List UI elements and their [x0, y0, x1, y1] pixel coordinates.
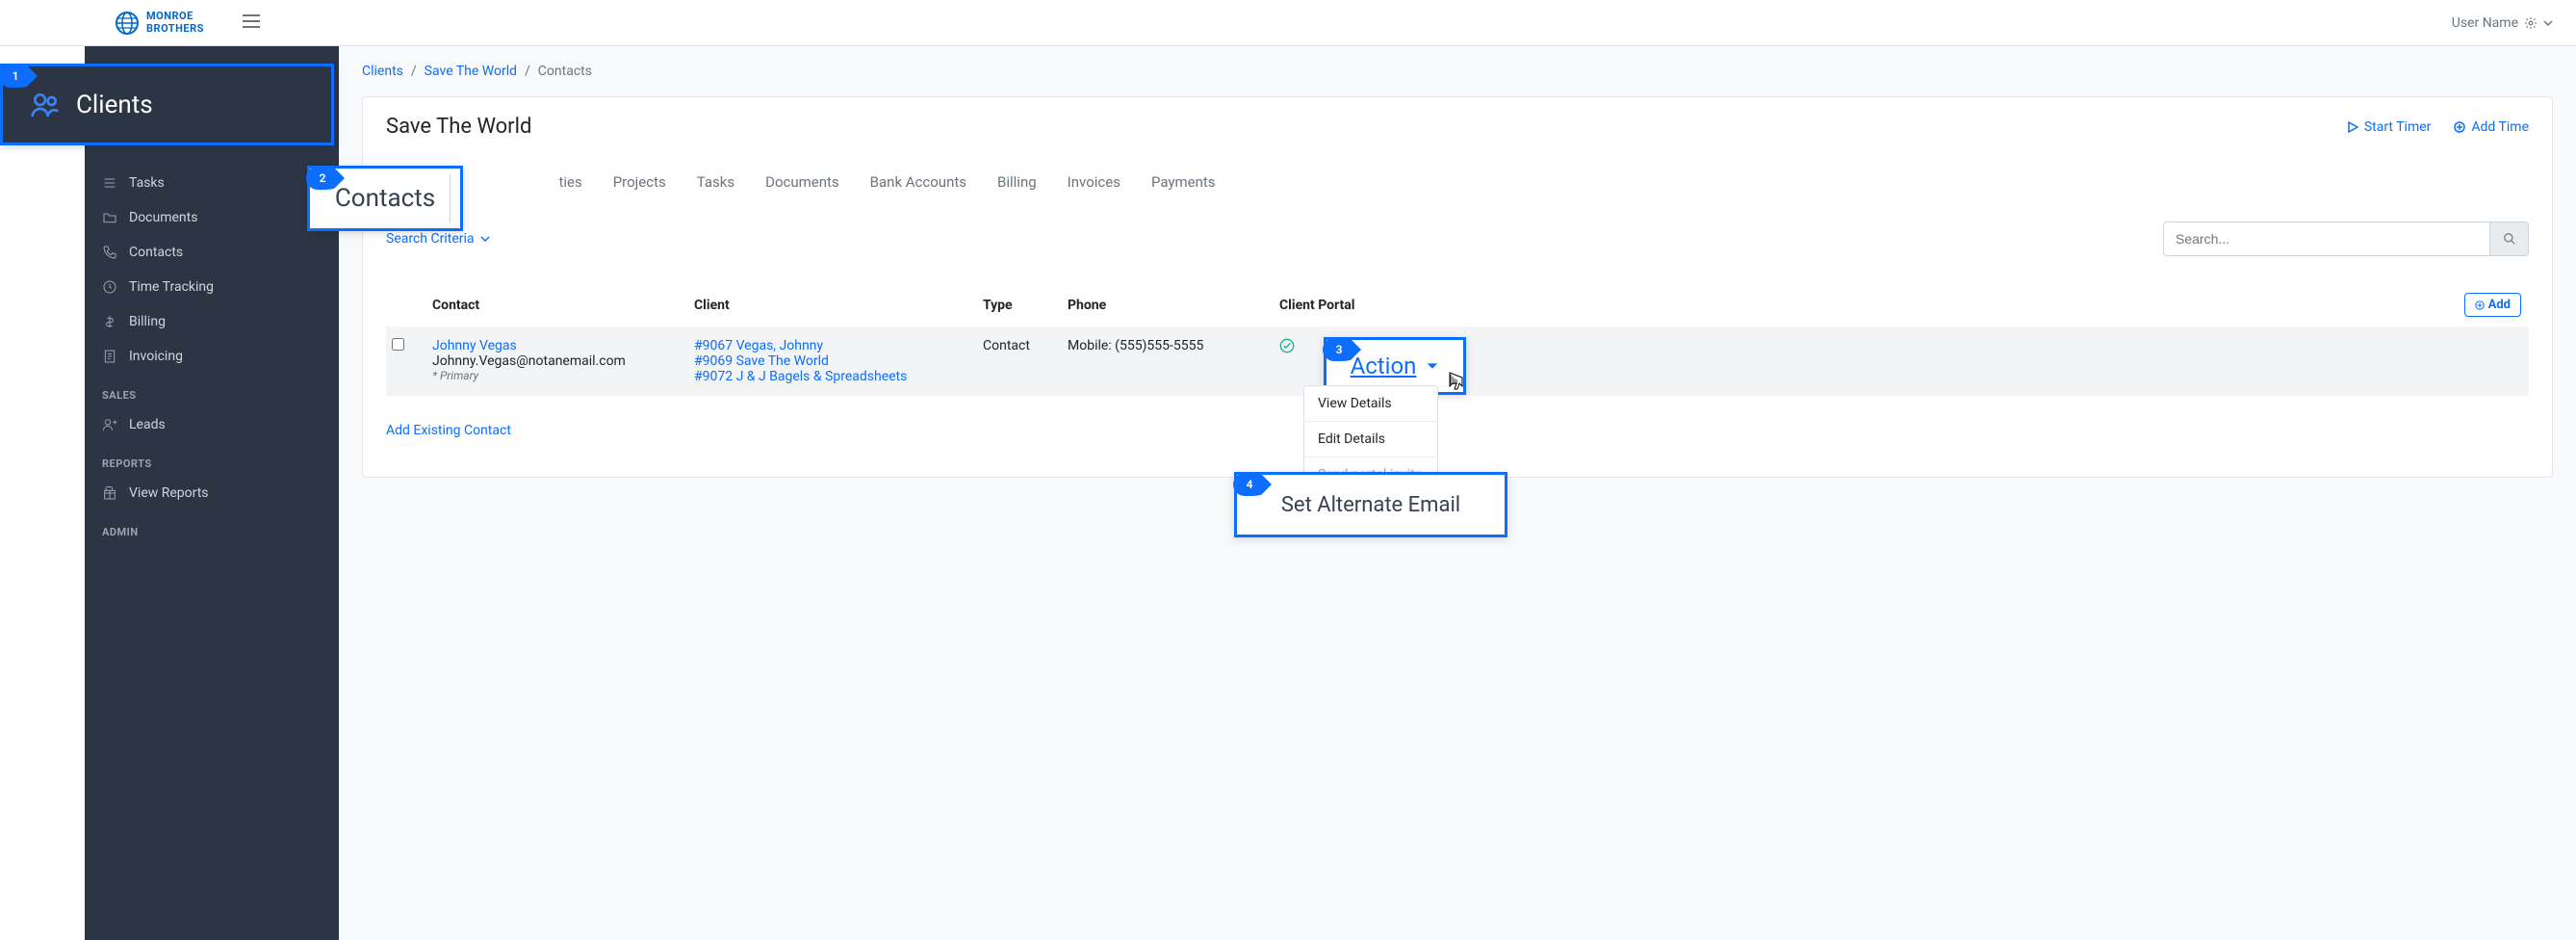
play-icon	[2347, 121, 2358, 133]
chevron-down-icon	[2543, 20, 2553, 26]
th-type: Type	[983, 298, 1068, 313]
chevron-down-icon	[480, 236, 490, 242]
topbar: MONROE BROTHERS User Name	[0, 0, 2576, 46]
callout-number: 4	[1233, 473, 1272, 496]
client-link[interactable]: #9072 J & J Bagels & Spreadsheets	[694, 369, 983, 384]
page-title: Save The World	[386, 115, 531, 139]
chevron-down-icon	[1426, 362, 1439, 370]
sidebar-item-leads[interactable]: Leads	[85, 407, 339, 442]
search-icon	[2503, 232, 2516, 246]
brand-line1: MONROE	[146, 11, 204, 22]
checklist-icon	[102, 175, 117, 191]
row-checkbox[interactable]	[392, 338, 404, 351]
sidebar-item-label: Documents	[129, 210, 197, 225]
callout-set-alternate-email: 4 Set Alternate Email	[1234, 472, 1507, 537]
contact-email: Johnny.Vegas@notanemail.com	[432, 353, 694, 369]
contact-phone: Mobile: (555)555-5555	[1068, 338, 1279, 353]
invoice-icon	[102, 349, 117, 364]
client-link[interactable]: #9069 Save The World	[694, 353, 983, 369]
phone-icon	[102, 245, 117, 260]
gift-icon	[102, 485, 117, 501]
sidebar-item-label: Contacts	[129, 245, 183, 260]
callout-clients: 1 Clients	[0, 64, 334, 145]
sidebar: Dashboard Tasks Documents Contacts Time …	[85, 46, 339, 940]
th-client: Client	[694, 298, 983, 313]
tab-payments[interactable]: Payments	[1151, 173, 1216, 198]
search-button[interactable]	[2490, 222, 2529, 256]
sidebar-item-label: Tasks	[129, 175, 165, 191]
add-existing-contact-link[interactable]: Add Existing Contact	[386, 423, 511, 438]
breadcrumb-client-name[interactable]: Save The World	[425, 64, 517, 79]
table-header: Contact Client Type Phone Client Portal …	[386, 283, 2529, 326]
sidebar-item-tasks[interactable]: Tasks	[85, 166, 339, 200]
callout-label: Action	[1351, 352, 1417, 379]
tab-invoices[interactable]: Invoices	[1068, 173, 1121, 198]
breadcrumb-sep: /	[411, 64, 417, 79]
tabs: x ties Projects Tasks Documents Bank Acc…	[386, 173, 2529, 198]
breadcrumb-sep: /	[525, 64, 530, 79]
th-contact: Contact	[432, 298, 694, 313]
search-input[interactable]	[2163, 222, 2490, 256]
search-criteria-dropdown[interactable]: Search Criteria	[386, 231, 490, 247]
sidebar-item-time-tracking[interactable]: Time Tracking	[85, 270, 339, 304]
user-plus-icon	[102, 417, 117, 432]
user-name-label: User Name	[2452, 15, 2518, 31]
sidebar-item-label: Time Tracking	[129, 279, 214, 295]
check-circle-icon	[1279, 342, 1295, 357]
sidebar-item-billing[interactable]: Billing	[85, 304, 339, 339]
brand-logo: MONROE BROTHERS	[116, 11, 204, 34]
breadcrumb: Clients / Save The World / Contacts	[362, 46, 2553, 96]
folder-icon	[102, 210, 117, 225]
callout-label: Clients	[76, 91, 153, 119]
menu-view-details[interactable]: View Details	[1304, 386, 1437, 421]
plus-circle-icon	[2454, 121, 2465, 133]
breadcrumb-current: Contacts	[538, 64, 592, 79]
sidebar-item-label: Invoicing	[129, 349, 183, 364]
sidebar-section-sales: SALES	[85, 374, 339, 407]
contact-primary-flag: * Primary	[432, 369, 694, 382]
sidebar-item-label: Billing	[129, 314, 166, 329]
sidebar-section-reports: REPORTS	[85, 442, 339, 476]
tab-activities[interactable]: ties	[558, 173, 581, 198]
tab-projects[interactable]: Projects	[613, 173, 666, 198]
tab-documents[interactable]: Documents	[765, 173, 839, 198]
menu-edit-details[interactable]: Edit Details	[1304, 421, 1437, 457]
user-menu[interactable]: User Name	[2452, 15, 2553, 31]
contact-type: Contact	[983, 338, 1068, 353]
tab-bank-accounts[interactable]: Bank Accounts	[870, 173, 966, 198]
sidebar-item-documents[interactable]: Documents	[85, 200, 339, 235]
add-time-button[interactable]: Add Time	[2454, 119, 2529, 135]
callout-label: Contacts	[335, 184, 435, 213]
cursor-pointer-icon	[1442, 371, 1465, 398]
clock-icon	[102, 279, 117, 295]
sidebar-item-label: View Reports	[129, 485, 209, 501]
plus-circle-icon	[2475, 300, 2485, 310]
gear-icon	[2524, 16, 2537, 30]
callout-number: 1	[0, 65, 38, 88]
sidebar-section-admin: ADMIN	[85, 510, 339, 544]
callout-contacts: 2 Contacts	[307, 166, 463, 231]
sidebar-item-label: Leads	[129, 417, 166, 432]
sidebar-item-contacts[interactable]: Contacts	[85, 235, 339, 270]
client-link[interactable]: #9067 Vegas, Johnny	[694, 338, 983, 353]
users-icon	[30, 90, 61, 120]
sidebar-item-invoicing[interactable]: Invoicing	[85, 339, 339, 374]
tab-billing[interactable]: Billing	[997, 173, 1037, 198]
th-phone: Phone	[1068, 298, 1279, 313]
dollar-icon	[102, 314, 117, 329]
th-portal: Client Portal	[1279, 298, 1472, 313]
brand-line2: BROTHERS	[146, 23, 204, 35]
globe-icon	[116, 12, 139, 35]
start-timer-button[interactable]: Start Timer	[2347, 119, 2432, 135]
client-card: Save The World Start Timer Add Time x ti…	[362, 96, 2553, 478]
breadcrumb-clients[interactable]: Clients	[362, 64, 403, 79]
callout-label: Set Alternate Email	[1281, 493, 1460, 517]
contact-name-link[interactable]: Johnny Vegas	[432, 338, 694, 353]
tab-tasks[interactable]: Tasks	[697, 173, 734, 198]
add-contact-button[interactable]: Add	[2464, 293, 2521, 317]
menu-toggle-icon[interactable]	[243, 14, 260, 32]
sidebar-item-view-reports[interactable]: View Reports	[85, 476, 339, 510]
